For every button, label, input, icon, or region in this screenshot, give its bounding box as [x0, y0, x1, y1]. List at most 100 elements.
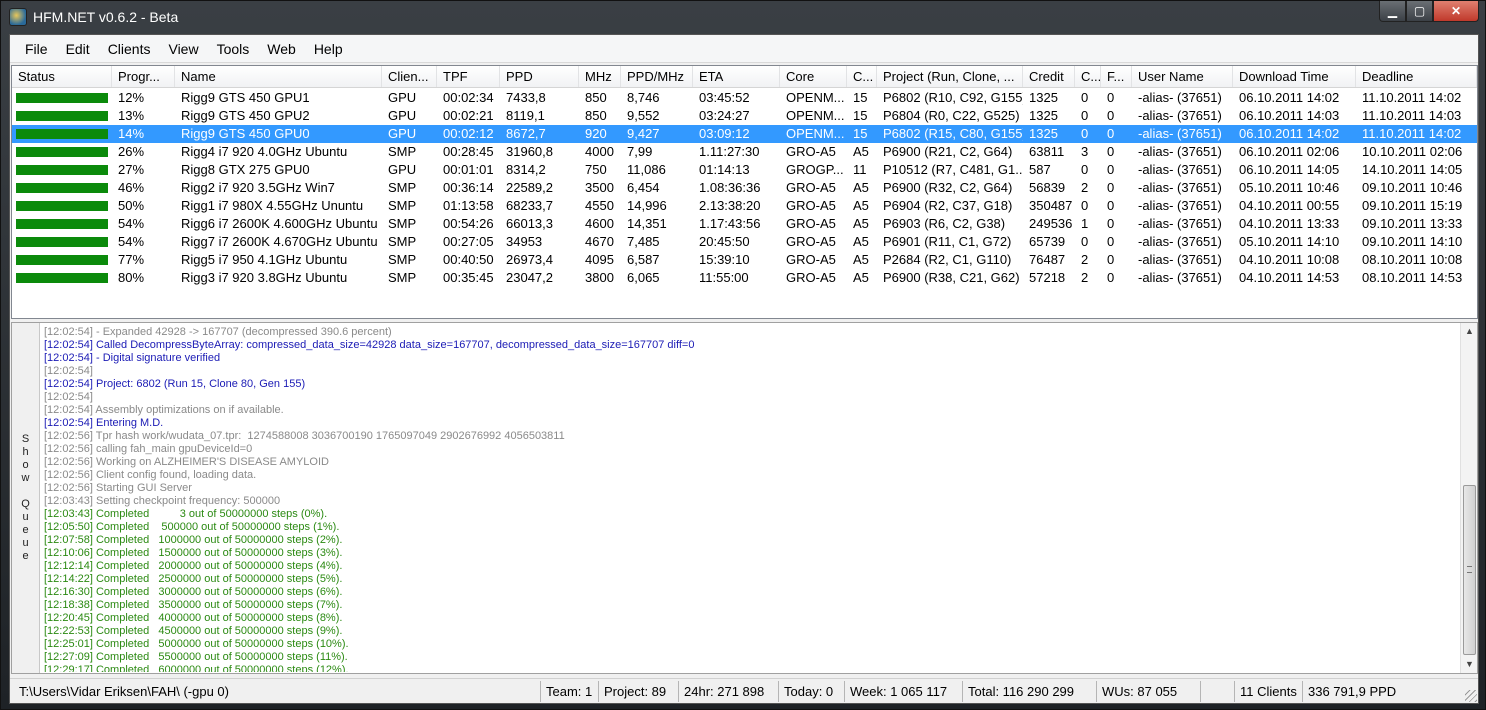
cell-core: GRO-A5	[786, 144, 836, 159]
cell-project: P6904 (R2, C37, G18)	[883, 198, 1013, 213]
column-header-deadline[interactable]: Deadline	[1356, 66, 1477, 87]
log-line: [12:03:43] Setting checkpoint frequency:…	[44, 495, 281, 507]
scroll-down-icon[interactable]: ▼	[1461, 656, 1478, 673]
app-icon[interactable]	[9, 8, 27, 26]
cell-ppd-mhz: 9,427	[627, 126, 660, 141]
column-header-progress[interactable]: Progr...	[112, 66, 175, 87]
scroll-up-icon[interactable]: ▲	[1461, 323, 1478, 340]
cell-download-time: 04.10.2011 00:55	[1239, 198, 1340, 213]
clients-grid[interactable]: Status Progr... Name Clien... TPF PPD MHz PPD/M…	[11, 65, 1478, 319]
table-row[interactable]: 50% Rigg1 i7 980X 4.55GHz Ununtu SMP 01:13:…	[12, 197, 1477, 215]
column-header-completed[interactable]: C...	[1075, 66, 1101, 87]
cell-core-version: A5	[853, 252, 869, 267]
menu-clients[interactable]: Clients	[99, 35, 160, 63]
cell-tpf: 00:35:45	[443, 270, 494, 285]
log-viewer[interactable]: [12:02:54] - Expanded 42928 -> 167707 (d…	[44, 326, 1454, 672]
status-indicator	[12, 251, 112, 269]
cell-project: P6900 (R38, C21, G62)	[883, 270, 1020, 285]
cell-core: GROGP...	[786, 162, 844, 177]
column-header-user-name[interactable]: User Name	[1132, 66, 1233, 87]
log-line: [12:29:17] Completed 6000000 out of 5000…	[44, 664, 349, 672]
cell-user-name: -alias- (37651)	[1138, 108, 1222, 123]
column-header-project[interactable]: Project (Run, Clone, ...	[877, 66, 1023, 87]
table-row[interactable]: 77% Rigg5 i7 950 4.1GHz Ubuntu SMP 00:40:50…	[12, 251, 1477, 269]
cell-completed: 0	[1081, 126, 1089, 141]
menu-edit[interactable]: Edit	[57, 35, 99, 63]
column-header-download-time[interactable]: Download Time	[1233, 66, 1356, 87]
maximize-button[interactable]: ▢	[1406, 1, 1433, 22]
table-row[interactable]: 26% Rigg4 i7 920 4.0GHz Ubuntu SMP 00:28:45…	[12, 143, 1477, 161]
cell-ppd-mhz: 14,351	[627, 216, 667, 231]
cell-name: Rigg6 i7 2600K 4.600GHz Ubuntu	[181, 216, 378, 231]
log-line: [12:02:54] Entering M.D.	[44, 417, 164, 429]
cell-tpf: 00:54:26	[443, 216, 494, 231]
table-row[interactable]: 54% Rigg7 i7 2600K 4.670GHz Ubuntu SMP 00:2…	[12, 233, 1477, 251]
column-header-status[interactable]: Status	[12, 66, 112, 87]
status-running-bar	[16, 165, 108, 175]
column-header-tpf[interactable]: TPF	[437, 66, 500, 87]
close-button[interactable]: ✕	[1433, 1, 1479, 22]
minimize-button[interactable]: ▁	[1379, 1, 1406, 22]
menu-file[interactable]: File	[16, 35, 57, 63]
column-header-core-version[interactable]: C...	[847, 66, 877, 87]
table-row[interactable]: 13% Rigg9 GTS 450 GPU2 GPU 00:02:21 8119,1 85…	[12, 107, 1477, 125]
table-row[interactable]: 14% Rigg9 GTS 450 GPU0 GPU 00:02:12 8672,7 92…	[12, 125, 1477, 143]
status-week: Week: 1 065 117	[844, 681, 962, 702]
table-row[interactable]: 46% Rigg2 i7 920 3.5GHz Win7 SMP 00:36:14 22…	[12, 179, 1477, 197]
cell-deadline: 11.10.2011 14:03	[1362, 108, 1462, 123]
table-row[interactable]: 27% Rigg8 GTX 275 GPU0 GPU 00:01:01 8314,2 75…	[12, 161, 1477, 179]
cell-ppd: 34953	[506, 234, 543, 249]
table-row[interactable]: 54% Rigg6 i7 2600K 4.600GHz Ubuntu SMP 00:5…	[12, 215, 1477, 233]
show-queue-letter: u	[22, 511, 29, 523]
cell-credit: 249536	[1029, 216, 1073, 231]
status-project: Project: 89	[598, 681, 678, 702]
cell-ppd: 7433,8	[506, 90, 546, 105]
column-header-client[interactable]: Clien...	[382, 66, 437, 87]
cell-core-version: A5	[853, 234, 869, 249]
status-total: Total: 116 290 299	[962, 681, 1096, 702]
cell-tpf: 01:13:58	[443, 198, 494, 213]
status-indicator	[12, 233, 112, 251]
column-header-core[interactable]: Core	[780, 66, 847, 87]
cell-credit: 587	[1029, 162, 1051, 177]
grid-rows: 12% Rigg9 GTS 450 GPU1 GPU 00:02:34 7433,8 85…	[12, 89, 1477, 287]
column-header-ppd-mhz[interactable]: PPD/MHz	[621, 66, 693, 87]
log-line: [12:02:56] calling fah_main gpuDeviceId=…	[44, 443, 253, 455]
title-bar[interactable]: HFM.NET v0.6.2 - Beta ▁ ▢ ✕	[1, 1, 1485, 33]
cell-deadline: 08.10.2011 14:53	[1362, 270, 1463, 285]
show-queue-button[interactable]: Show Queue	[12, 323, 40, 673]
cell-deadline: 09.10.2011 15:19	[1362, 198, 1463, 213]
log-panel: Show Queue [12:02:54] - Expanded 42928 -…	[11, 322, 1478, 674]
cell-ppd-mhz: 8,746	[627, 90, 660, 105]
cell-download-time: 06.10.2011 14:05	[1239, 162, 1340, 177]
column-header-ppd[interactable]: PPD	[500, 66, 579, 87]
cell-download-time: 05.10.2011 10:46	[1239, 180, 1340, 195]
table-row[interactable]: 80% Rigg3 i7 920 3.8GHz Ubuntu SMP 00:35:45…	[12, 269, 1477, 287]
scroll-thumb[interactable]	[1463, 485, 1476, 655]
menu-web[interactable]: Web	[258, 35, 305, 63]
column-header-eta[interactable]: ETA	[693, 66, 780, 87]
menu-view[interactable]: View	[159, 35, 207, 63]
column-header-name[interactable]: Name	[175, 66, 382, 87]
cell-core: OPENM...	[786, 108, 845, 123]
cell-failed: 0	[1107, 126, 1115, 141]
menu-help[interactable]: Help	[305, 35, 352, 63]
cell-deadline: 11.10.2011 14:02	[1362, 90, 1462, 105]
column-header-failed[interactable]: F...	[1101, 66, 1132, 87]
cell-credit: 65739	[1029, 234, 1066, 249]
cell-progress: 13%	[118, 108, 145, 123]
cell-client: GPU	[388, 90, 417, 105]
cell-tpf: 00:01:01	[443, 162, 494, 177]
log-scrollbar[interactable]: ▲ ▼	[1460, 323, 1477, 673]
cell-mhz: 4000	[585, 144, 614, 159]
cell-completed: 1	[1081, 216, 1089, 231]
column-header-mhz[interactable]: MHz	[579, 66, 621, 87]
menu-tools[interactable]: Tools	[208, 35, 259, 63]
cell-eta: 2.13:38:20	[699, 198, 761, 213]
table-row[interactable]: 12% Rigg9 GTS 450 GPU1 GPU 00:02:34 7433,8 85…	[12, 89, 1477, 107]
size-grip-icon[interactable]	[1465, 690, 1477, 702]
cell-core-version: A5	[853, 144, 869, 159]
column-header-credit[interactable]: Credit	[1023, 66, 1075, 87]
log-line: [12:07:58] Completed 1000000 out of 5000…	[44, 534, 343, 546]
menu-bar: File Edit Clients View Tools Web Help	[10, 35, 1478, 63]
